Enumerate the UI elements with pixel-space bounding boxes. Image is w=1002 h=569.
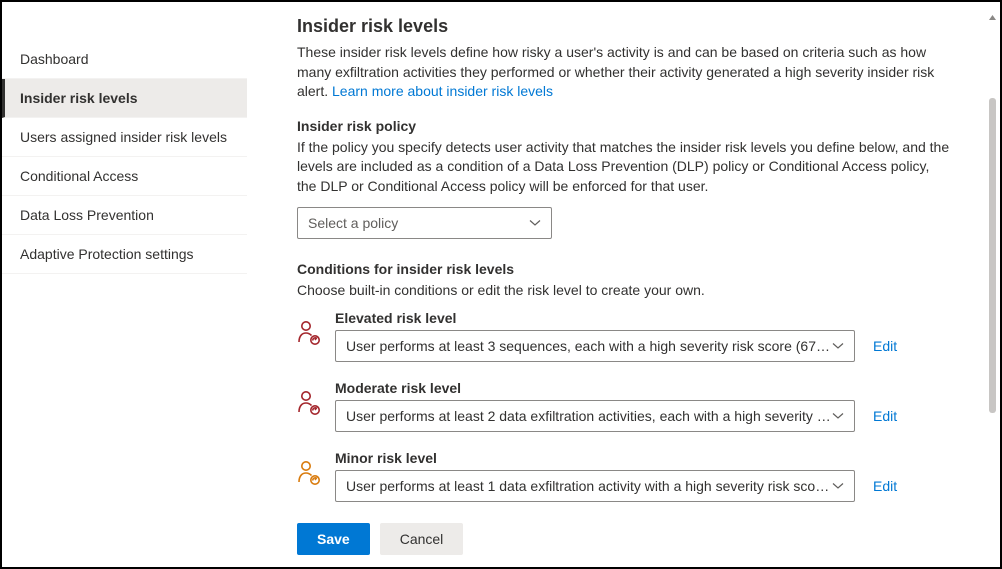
scroll-thumb[interactable] <box>989 98 996 413</box>
minor-edit-link[interactable]: Edit <box>873 478 897 494</box>
footer-actions: Save Cancel <box>297 513 980 555</box>
save-button[interactable]: Save <box>297 523 370 555</box>
moderate-label: Moderate risk level <box>335 380 952 396</box>
conditions-title: Conditions for insider risk levels <box>297 261 952 277</box>
policy-select-placeholder: Select a policy <box>308 215 398 231</box>
chevron-down-icon <box>832 410 844 422</box>
minor-condition-value: User performs at least 1 data exfiltrati… <box>346 478 832 494</box>
conditions-description: Choose built-in conditions or edit the r… <box>297 281 952 301</box>
learn-more-link[interactable]: Learn more about insider risk levels <box>332 83 553 99</box>
policy-select[interactable]: Select a policy <box>297 207 552 239</box>
nav-conditional-access[interactable]: Conditional Access <box>2 157 247 196</box>
minor-condition-select[interactable]: User performs at least 1 data exfiltrati… <box>335 470 855 502</box>
risk-level-moderate: Moderate risk level User performs at lea… <box>297 380 952 432</box>
minor-label: Minor risk level <box>335 450 952 466</box>
nav-dashboard[interactable]: Dashboard <box>2 40 247 79</box>
nav-insider-risk-levels[interactable]: Insider risk levels <box>2 79 247 118</box>
scrollbar[interactable] <box>989 8 996 561</box>
chevron-down-icon <box>529 217 541 229</box>
elevated-label: Elevated risk level <box>335 310 952 326</box>
risk-level-elevated: Elevated risk level User performs at lea… <box>297 310 952 362</box>
moderate-condition-value: User performs at least 2 data exfiltrati… <box>346 408 832 424</box>
sidebar: Dashboard Insider risk levels Users assi… <box>2 2 247 567</box>
elevated-condition-value: User performs at least 3 sequences, each… <box>346 338 832 354</box>
chevron-down-icon <box>832 480 844 492</box>
elevated-condition-select[interactable]: User performs at least 3 sequences, each… <box>335 330 855 362</box>
chevron-down-icon <box>832 340 844 352</box>
policy-description: If the policy you specify detects user a… <box>297 138 952 197</box>
cancel-button[interactable]: Cancel <box>380 523 464 555</box>
moderate-condition-select[interactable]: User performs at least 2 data exfiltrati… <box>335 400 855 432</box>
elevated-edit-link[interactable]: Edit <box>873 338 897 354</box>
page-title: Insider risk levels <box>297 16 952 37</box>
elevated-risk-icon <box>297 320 321 346</box>
minor-risk-icon <box>297 460 321 486</box>
main-content: Insider risk levels These insider risk l… <box>247 2 1000 567</box>
scroll-up-icon[interactable] <box>989 8 996 15</box>
moderate-edit-link[interactable]: Edit <box>873 408 897 424</box>
nav-users-assigned[interactable]: Users assigned insider risk levels <box>2 118 247 157</box>
nav-adaptive-protection-settings[interactable]: Adaptive Protection settings <box>2 235 247 274</box>
page-description: These insider risk levels define how ris… <box>297 43 952 102</box>
moderate-risk-icon <box>297 390 321 416</box>
nav-data-loss-prevention[interactable]: Data Loss Prevention <box>2 196 247 235</box>
policy-title: Insider risk policy <box>297 118 952 134</box>
risk-level-minor: Minor risk level User performs at least … <box>297 450 952 502</box>
